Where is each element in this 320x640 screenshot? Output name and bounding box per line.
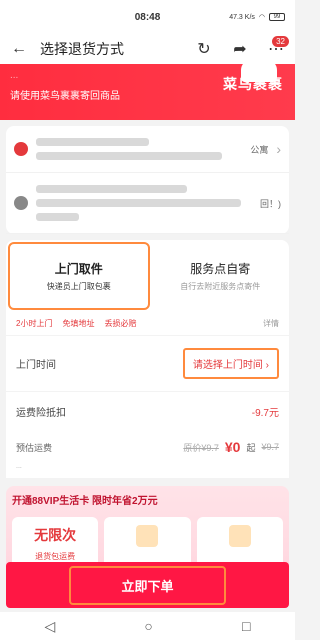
fee-unit: 起 <box>246 442 256 453</box>
return-address-suffix: 回！) <box>260 198 281 209</box>
share-icon[interactable]: ➦ <box>229 38 251 60</box>
pickup-address-blurred <box>36 138 242 160</box>
return-address: 回！) <box>6 173 289 234</box>
return-address-blurred <box>36 185 252 221</box>
chevron-right-icon: › <box>276 141 281 157</box>
fee-note: ... <box>6 463 289 478</box>
cainiao-banner: ... 请使用菜鸟裹裹寄回商品 菜鸟裹裹 <box>0 60 295 120</box>
pickup-time-label: 上门时间 <box>16 360 56 371</box>
recent-apps-icon[interactable]: □ <box>242 618 250 634</box>
details-link[interactable]: 详情 <box>263 318 279 329</box>
address-card: 公寓 › 回！) <box>6 126 289 234</box>
promo-title: 开通88VIP生活卡 限时年省2万元 <box>12 496 158 507</box>
fee-row: 预估运费 原价¥9.7 ¥0 起 ¥9.7 <box>6 431 289 463</box>
place-order-button[interactable]: 立即下单 <box>69 565 226 605</box>
pickup-address-suffix: 公寓 <box>250 144 269 155</box>
clock: 08:48 <box>134 11 161 23</box>
back-arrow-icon[interactable]: ← <box>8 38 30 60</box>
pickup-time-select[interactable]: 请选择上门时间 › <box>182 348 279 379</box>
back-nav-icon[interactable]: ◁ <box>45 618 56 635</box>
method-title: 上门取件 <box>54 262 103 276</box>
refresh-icon[interactable]: ↻ <box>193 38 215 60</box>
return-address-icon <box>14 196 28 210</box>
message-badge: 32 <box>272 36 289 47</box>
method-subtitle: 快递员上门取包裹 <box>46 282 111 291</box>
status-bar: 08:48 47.3 K/s ◠ 99 <box>0 0 295 34</box>
method-subtitle: 自行去附近服务点寄件 <box>180 282 261 291</box>
tag-item: 丢损必赔 <box>104 319 137 328</box>
home-nav-icon[interactable]: ○ <box>144 618 152 634</box>
insurance-row: 运费险抵扣 -9.7元 <box>6 391 289 431</box>
pickup-time-select-text: 请选择上门时间 <box>192 360 263 371</box>
system-nav-bar: ◁ ○ □ <box>0 612 295 640</box>
tag-item: 免填地址 <box>62 319 95 328</box>
fee-original: 原价¥9.7 <box>183 442 219 453</box>
promo-card-headline: 无限次 <box>34 527 77 543</box>
coupon-icon <box>228 525 251 547</box>
service-tags: 2小时上门 免填地址 丢损必赔 详情 <box>6 312 289 335</box>
tab-self-dropoff[interactable]: 服务点自寄 自行去附近服务点寄件 <box>152 240 290 312</box>
fee-price: ¥0 <box>224 439 241 455</box>
pickup-address[interactable]: 公寓 › <box>6 126 289 173</box>
fee-label: 预估运费 <box>16 442 53 453</box>
pickup-time-row: 上门时间 请选择上门时间 › <box>6 335 289 391</box>
gift-icon <box>136 525 159 547</box>
insurance-value: -9.7元 <box>251 408 279 419</box>
tab-door-pickup[interactable]: 上门取件 快递员上门取包裹 <box>8 242 150 310</box>
cainiao-logo: 菜鸟裹裹 <box>223 76 283 92</box>
return-method-tabs: 上门取件 快递员上门取包裹 服务点自寄 自行去附近服务点寄件 <box>6 240 289 312</box>
promo-card-sub: 退货包运费 <box>35 552 76 561</box>
location-pin-icon <box>14 142 28 156</box>
page-title: 选择退货方式 <box>40 41 124 57</box>
fee-strike: ¥9.7 <box>261 442 279 452</box>
insurance-label: 运费险抵扣 <box>16 408 66 419</box>
submit-bar: 立即下单 <box>6 562 289 608</box>
method-title: 服务点自寄 <box>190 262 251 276</box>
tag-item: 2小时上门 <box>16 319 53 328</box>
